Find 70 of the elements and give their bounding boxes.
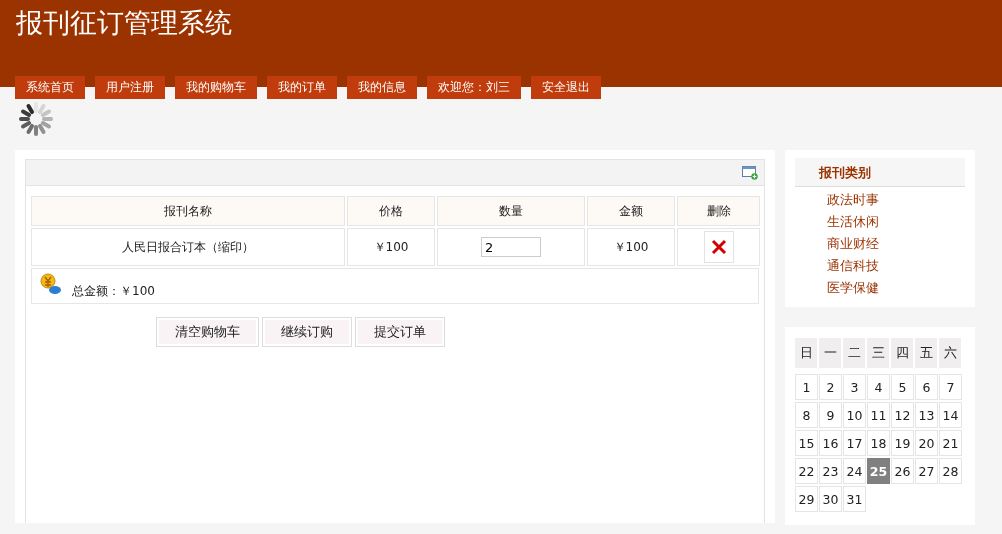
day-cell[interactable]: 21 <box>939 430 962 456</box>
column-header: 删除 <box>677 196 760 226</box>
day-cell[interactable]: 13 <box>915 402 938 428</box>
weekday-cell: 一 <box>819 338 841 368</box>
table-cell: ￥100 <box>347 228 435 266</box>
action-button[interactable]: 继续订购 <box>262 317 352 347</box>
day-cell[interactable]: 27 <box>915 458 938 484</box>
day-cell[interactable]: 23 <box>819 458 842 484</box>
delete-icon <box>710 239 727 255</box>
weekday-cell: 四 <box>891 338 913 368</box>
day-cell[interactable]: 28 <box>939 458 962 484</box>
category-link[interactable]: 医学保健 <box>827 277 965 299</box>
day-cell[interactable]: 25 <box>867 458 890 484</box>
column-header: 金额 <box>587 196 675 226</box>
day-cell[interactable]: 2 <box>819 374 842 400</box>
nav-link[interactable]: 系统首页 <box>15 76 85 99</box>
nav-link[interactable]: 我的订单 <box>267 76 337 99</box>
column-header: 价格 <box>347 196 435 226</box>
loading-spinner-icon <box>16 99 56 139</box>
weekday-cell: 二 <box>843 338 865 368</box>
day-cell[interactable]: 4 <box>867 374 890 400</box>
day-cell[interactable]: 1 <box>795 374 818 400</box>
day-cell[interactable]: 8 <box>795 402 818 428</box>
day-cell[interactable]: 26 <box>891 458 914 484</box>
delete-button[interactable] <box>703 231 734 263</box>
table-cell: ￥100 <box>587 228 675 266</box>
weekday-cell: 三 <box>867 338 889 368</box>
column-header: 报刊名称 <box>31 196 345 226</box>
coins-icon <box>40 273 62 295</box>
table-cell: 人民日报合订本（缩印） <box>31 228 345 266</box>
day-cell[interactable]: 5 <box>891 374 914 400</box>
day-cell[interactable]: 24 <box>843 458 866 484</box>
day-cell[interactable]: 12 <box>891 402 914 428</box>
action-button[interactable]: 提交订单 <box>355 317 445 347</box>
day-cell[interactable]: 7 <box>939 374 962 400</box>
window-add-icon[interactable] <box>742 165 758 180</box>
nav-link[interactable]: 安全退出 <box>531 76 601 99</box>
day-cell[interactable]: 6 <box>915 374 938 400</box>
category-link[interactable]: 商业财经 <box>827 233 965 255</box>
day-cell[interactable]: 10 <box>843 402 866 428</box>
day-cell[interactable]: 15 <box>795 430 818 456</box>
weekday-cell: 日 <box>795 338 817 368</box>
category-link[interactable]: 生活休闲 <box>827 211 965 233</box>
nav-link[interactable]: 我的购物车 <box>175 76 257 99</box>
day-cell[interactable]: 14 <box>939 402 962 428</box>
nav-link[interactable]: 我的信息 <box>347 76 417 99</box>
day-cell[interactable]: 3 <box>843 374 866 400</box>
day-cell[interactable]: 31 <box>843 486 866 512</box>
total-amount: 总金额：￥100 <box>72 283 155 300</box>
site-title: 报刊征订管理系统 <box>15 6 232 40</box>
day-cell[interactable]: 20 <box>915 430 938 456</box>
category-link[interactable]: 政法时事 <box>827 189 965 211</box>
day-cell[interactable]: 18 <box>867 430 890 456</box>
weekday-cell: 五 <box>915 338 937 368</box>
quantity-field[interactable]: 2 <box>481 237 541 257</box>
weekday-cell: 六 <box>939 338 961 368</box>
day-cell[interactable]: 19 <box>891 430 914 456</box>
day-cell[interactable]: 9 <box>819 402 842 428</box>
day-cell[interactable]: 11 <box>867 402 890 428</box>
action-button[interactable]: 清空购物车 <box>156 317 259 347</box>
day-cell[interactable]: 16 <box>819 430 842 456</box>
nav-link[interactable]: 用户注册 <box>95 76 165 99</box>
day-cell[interactable]: 22 <box>795 458 818 484</box>
column-header: 数量 <box>437 196 585 226</box>
day-cell[interactable]: 17 <box>843 430 866 456</box>
nav-link[interactable]: 欢迎您：刘三 <box>427 76 521 99</box>
day-cell[interactable]: 29 <box>795 486 818 512</box>
category-heading: 报刊类别 <box>795 158 965 187</box>
day-cell[interactable]: 30 <box>819 486 842 512</box>
category-link[interactable]: 通信科技 <box>827 255 965 277</box>
